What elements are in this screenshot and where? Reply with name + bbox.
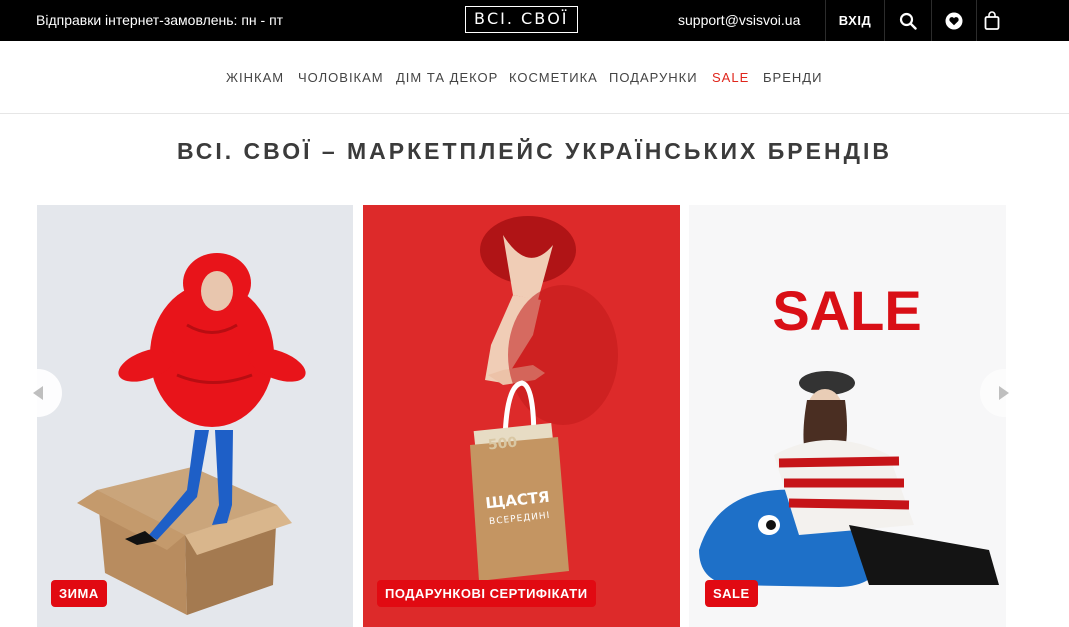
search-button[interactable]	[886, 0, 930, 41]
bag-amount-text: 500	[487, 435, 518, 454]
nav-item-gifts[interactable]: ПОДАРУНКИ	[609, 70, 698, 85]
main-nav: ЖІНКАМ ЧОЛОВІКАМ ДІМ ТА ДЕКОР КОСМЕТИКА …	[0, 41, 1069, 114]
site-logo[interactable]: ВСІ. СВОЇ	[465, 6, 578, 33]
banner-badge-winter: ЗИМА	[51, 580, 107, 607]
nav-item-cosmetics[interactable]: КОСМЕТИКА	[509, 70, 598, 85]
banner-badge-sale: SALE	[705, 580, 758, 607]
cart-button[interactable]	[970, 0, 1014, 41]
divider	[884, 0, 885, 41]
gift-bag-photo: ЩАСТЯ ВСЕРЕДИНІ 500	[470, 216, 618, 581]
search-icon	[899, 12, 917, 30]
nav-item-women[interactable]: ЖІНКАМ	[226, 70, 284, 85]
banner-badge-gift-certificates: ПОДАРУНКОВІ СЕРТИФІКАТИ	[377, 580, 596, 607]
login-button[interactable]: ВХІД	[826, 0, 884, 41]
winter-photo	[77, 253, 306, 615]
nav-item-brands[interactable]: БРЕНДИ	[763, 70, 822, 85]
chevron-right-icon	[999, 386, 1009, 400]
shipping-info: Відправки інтернет-замовлень: пн - пт	[36, 12, 284, 28]
carousel-next-button[interactable]	[980, 369, 1028, 417]
support-email-link[interactable]: support@vsisvoi.ua	[678, 12, 800, 28]
banner-winter[interactable]: ЗИМА	[37, 205, 353, 627]
heart-icon	[945, 12, 963, 29]
sale-photo: SALE	[699, 279, 999, 587]
carousel-prev-button[interactable]	[14, 369, 62, 417]
sale-headline-text: SALE	[772, 279, 921, 342]
nav-item-home-decor[interactable]: ДІМ ТА ДЕКОР	[396, 70, 498, 85]
page-title: ВСІ. СВОЇ – МАРКЕТПЛЕЙС УКРАЇНСЬКИХ БРЕН…	[177, 138, 892, 164]
chevron-left-icon	[33, 386, 43, 400]
cart-icon	[984, 10, 1000, 30]
top-bar: Відправки інтернет-замовлень: пн - пт ВС…	[0, 0, 1069, 41]
banner-sale[interactable]: SALE SALE	[689, 205, 1006, 627]
nav-item-sale[interactable]: SALE	[712, 70, 749, 85]
banner-gift-certificates[interactable]: ЩАСТЯ ВСЕРЕДИНІ 500 ПОДАРУНКОВІ СЕРТИФІК…	[363, 205, 680, 627]
nav-item-men[interactable]: ЧОЛОВІКАМ	[298, 70, 384, 85]
